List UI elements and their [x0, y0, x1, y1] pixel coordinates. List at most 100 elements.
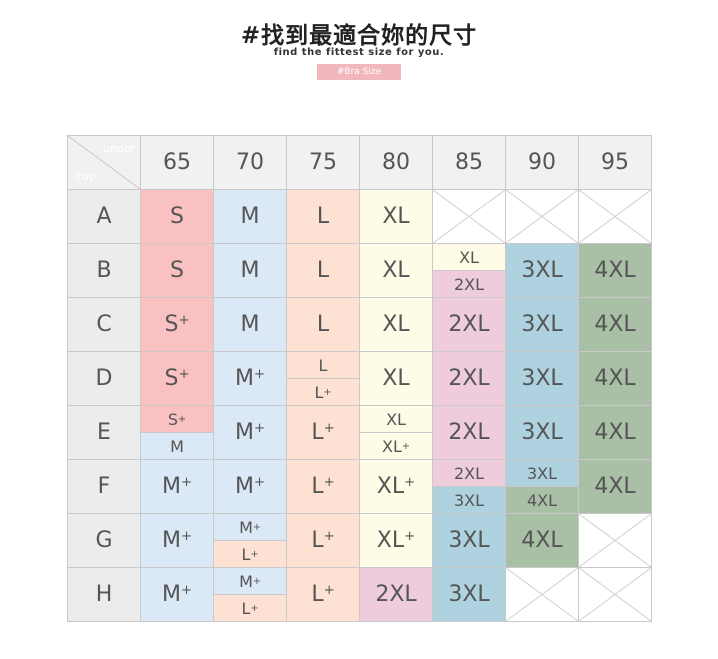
size-row-f: F M+ M+ L+ XL+ 2XL 3XL 3XL 4XL 4XL	[67, 459, 652, 514]
header-row: under cup 65 70 75 80 85 90 95	[67, 135, 652, 190]
size-cell-e-95: 4XL	[578, 405, 652, 460]
size-cell-h-80: 2XL	[359, 567, 433, 622]
cup-label-d: D	[67, 351, 141, 406]
size-cell-a-85	[432, 189, 506, 244]
size-cell-a-65: S	[140, 189, 214, 244]
size-cell-f-80: XL+	[359, 459, 433, 514]
size-cell-g-95	[578, 513, 652, 568]
size-cell-b-90: 3XL	[505, 243, 579, 298]
size-subcell-bottom: 2XL	[433, 271, 505, 297]
unavailable-cross-icon	[579, 190, 651, 243]
size-cell-g-85: 3XL	[432, 513, 506, 568]
size-cell-h-75: L+	[286, 567, 360, 622]
size-subcell-top: L	[287, 352, 359, 379]
size-cell-b-75: L	[286, 243, 360, 298]
size-cell-c-80: XL	[359, 297, 433, 352]
size-cell-b-70: M	[213, 243, 287, 298]
size-cell-d-65: S+	[140, 351, 214, 406]
col-header-65: 65	[140, 135, 214, 190]
cup-label-g: G	[67, 513, 141, 568]
corner-cup-label: cup	[76, 170, 97, 183]
size-row-e: E S + M M+ L+ XL XL +2XL 3XL 4XL	[67, 405, 652, 460]
size-cell-d-85: 2XL	[432, 351, 506, 406]
size-cell-f-85: 2XL 3XL	[432, 459, 506, 514]
cup-label-h: H	[67, 567, 141, 622]
size-cell-h-65: M+	[140, 567, 214, 622]
unavailable-cross-icon	[506, 190, 578, 243]
size-cell-a-80: XL	[359, 189, 433, 244]
size-cell-d-80: XL	[359, 351, 433, 406]
size-cell-a-70: M	[213, 189, 287, 244]
size-cell-b-80: XL	[359, 243, 433, 298]
size-cell-a-75: L	[286, 189, 360, 244]
size-cell-c-65: S+	[140, 297, 214, 352]
col-header-85: 85	[432, 135, 506, 190]
size-subcell-top: 3XL	[506, 460, 578, 487]
size-subcell-top: M +	[214, 514, 286, 541]
unavailable-cross-icon	[433, 190, 505, 243]
size-subcell-top: 2XL	[433, 460, 505, 487]
size-cell-a-90	[505, 189, 579, 244]
size-cell-c-95: 4XL	[578, 297, 652, 352]
size-row-a: A S M L XL	[67, 189, 652, 244]
size-cell-g-80: XL+	[359, 513, 433, 568]
size-row-g: G M+ M + L + L+ XL+ 3XL 4XL	[67, 513, 652, 568]
size-cell-f-90: 3XL 4XL	[505, 459, 579, 514]
size-subcell-bottom: L +	[214, 541, 286, 567]
size-chart-table: under cup 65 70 75 80 85 90 95 A S M L XL B S M…	[67, 135, 652, 622]
size-cell-g-75: L+	[286, 513, 360, 568]
size-subcell-bottom: M	[141, 433, 213, 459]
size-cell-c-90: 3XL	[505, 297, 579, 352]
size-subcell-bottom: 4XL	[506, 487, 578, 513]
size-cell-d-75: L L +	[286, 351, 360, 406]
cup-label-a: A	[67, 189, 141, 244]
cup-label-c: C	[67, 297, 141, 352]
cup-label-e: E	[67, 405, 141, 460]
col-header-70: 70	[213, 135, 287, 190]
size-cell-f-75: L+	[286, 459, 360, 514]
size-cell-b-65: S	[140, 243, 214, 298]
col-header-75: 75	[286, 135, 360, 190]
size-subcell-bottom: L +	[214, 595, 286, 621]
size-cell-b-85: XL 2XL	[432, 243, 506, 298]
unavailable-cross-icon	[579, 514, 651, 567]
size-cell-h-95	[578, 567, 652, 622]
section-tag: #Bra Size	[317, 64, 401, 80]
size-subcell-bottom: 3XL	[433, 487, 505, 513]
col-header-80: 80	[359, 135, 433, 190]
size-cell-f-65: M+	[140, 459, 214, 514]
corner-under-label: under	[102, 142, 135, 155]
size-cell-d-70: M+	[213, 351, 287, 406]
col-header-95: 95	[578, 135, 652, 190]
size-cell-f-95: 4XL	[578, 459, 652, 514]
size-cell-f-70: M+	[213, 459, 287, 514]
size-subcell-bottom: L +	[287, 379, 359, 405]
size-cell-d-90: 3XL	[505, 351, 579, 406]
col-header-90: 90	[505, 135, 579, 190]
size-cell-e-70: M+	[213, 405, 287, 460]
size-cell-c-75: L	[286, 297, 360, 352]
size-subcell-top: S +	[141, 406, 213, 433]
size-subcell-top: XL	[360, 406, 432, 433]
size-cell-h-85: 3XL	[432, 567, 506, 622]
page-title: #找到最適合妳的尺寸	[240, 23, 478, 49]
unavailable-cross-icon	[579, 568, 651, 621]
page-subtitle: find the fittest size for you.	[273, 47, 445, 58]
size-cell-e-85: 2XL	[432, 405, 506, 460]
size-row-b: B S M L XL XL 2XL 3XL 4XL	[67, 243, 652, 298]
size-cell-e-80: XL XL +	[359, 405, 433, 460]
size-cell-d-95: 4XL	[578, 351, 652, 406]
size-cell-c-85: 2XL	[432, 297, 506, 352]
size-cell-e-75: L+	[286, 405, 360, 460]
unavailable-cross-icon	[506, 568, 578, 621]
size-row-h: H M+ M + L + L+ 2XL 3XL	[67, 567, 652, 622]
size-cell-g-70: M + L +	[213, 513, 287, 568]
size-cell-g-90: 4XL	[505, 513, 579, 568]
size-cell-a-95	[578, 189, 652, 244]
size-cell-g-65: M+	[140, 513, 214, 568]
cup-label-b: B	[67, 243, 141, 298]
size-cell-b-95: 4XL	[578, 243, 652, 298]
size-subcell-bottom: XL +	[360, 433, 432, 459]
size-cell-e-65: S + M	[140, 405, 214, 460]
corner-cell: under cup	[67, 135, 141, 190]
